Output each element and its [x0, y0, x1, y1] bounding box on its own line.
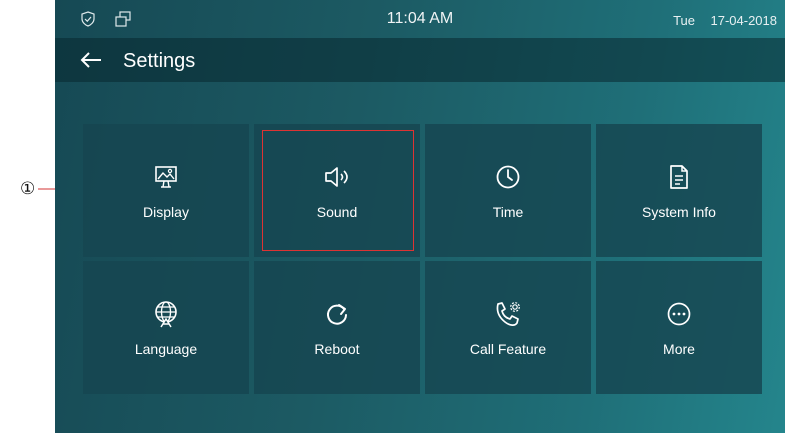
- status-bar: 11:04 AM Tue 17-04-2018: [55, 0, 785, 38]
- clock-icon: [425, 162, 591, 192]
- phone-gear-icon: [425, 299, 591, 329]
- tile-label: Time: [492, 204, 524, 220]
- tile-label: System Info: [642, 204, 716, 220]
- tile-label: Display: [143, 204, 189, 220]
- tile-label: Call Feature: [469, 341, 547, 357]
- document-icon: [596, 162, 762, 192]
- display-icon: [83, 162, 249, 192]
- tile-label: Language: [134, 341, 198, 357]
- status-day: Tue: [673, 13, 695, 28]
- status-date: 17-04-2018: [710, 13, 778, 28]
- title-bar: Settings: [55, 38, 785, 82]
- tile-system-info[interactable]: System Info: [596, 124, 762, 257]
- back-button[interactable]: [79, 49, 103, 71]
- tile-time[interactable]: Time: [425, 124, 591, 257]
- settings-grid: Display Sound Time System Info Language: [83, 124, 762, 394]
- tile-language[interactable]: Language: [83, 261, 249, 394]
- left-arrow-icon: [80, 52, 101, 68]
- tile-sound[interactable]: Sound: [254, 124, 420, 257]
- tile-display[interactable]: Display: [83, 124, 249, 257]
- page-title: Settings: [123, 50, 196, 72]
- speaker-icon: [254, 162, 420, 192]
- tile-label: Reboot: [314, 341, 360, 357]
- more-icon: [596, 299, 762, 329]
- device-screen: 11:04 AM Tue 17-04-2018 Settings Display…: [55, 0, 785, 433]
- callout-number: ①: [20, 179, 36, 199]
- tile-call-feature[interactable]: Call Feature: [425, 261, 591, 394]
- tile-more[interactable]: More: [596, 261, 762, 394]
- tile-label: Sound: [316, 204, 358, 220]
- reboot-icon: [254, 299, 420, 329]
- tile-label: More: [663, 341, 695, 357]
- tile-reboot[interactable]: Reboot: [254, 261, 420, 394]
- globe-language-icon: [83, 299, 249, 329]
